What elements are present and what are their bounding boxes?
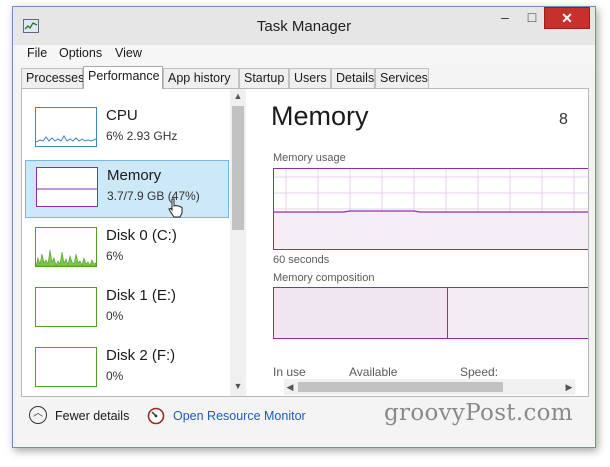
resource-value: 6% 2.93 GHz [106,129,178,143]
resource-item-disk-0[interactable]: Disk 0 (C:) 6% [25,221,229,279]
resource-name: Disk 1 (E:) [106,287,177,304]
tab-details[interactable]: Details [331,68,375,88]
menu-options[interactable]: Options [59,46,102,60]
task-manager-window: Task Manager – □ ✕ File Options View Pro… [12,6,596,448]
fewer-details-link[interactable]: Fewer details [55,409,129,423]
cpu-mini-graph [35,107,97,147]
resource-item-disk-1[interactable]: Disk 1 (E:) 0% [25,281,229,339]
resource-list: CPU 6% 2.93 GHz Memory 3.7/7.9 GB (47%) [22,89,246,396]
minimize-button[interactable]: – [491,7,519,29]
open-resource-monitor-link[interactable]: Open Resource Monitor [173,409,306,423]
resource-name: CPU [106,107,138,124]
speed-label: Speed: [460,365,499,379]
tab-app-history[interactable]: App history [163,68,239,88]
memory-composition-label: Memory composition [273,272,375,284]
hand-cursor-icon [168,198,183,218]
scrollbar-thumb[interactable] [298,382,503,392]
memory-composition-bar [273,287,588,339]
memory-detail-pane: Memory 8 Memory usage 60 seconds Memory … [247,89,588,396]
maximize-button[interactable]: □ [519,7,545,29]
disk-0-mini-graph [35,227,97,267]
detail-horizontal-scrollbar[interactable]: ◀ ▶ [284,379,575,395]
resource-value: 3.7/7.9 GB (47%) [107,189,200,203]
menu-file[interactable]: File [27,46,47,60]
tab-processes[interactable]: Processes [21,68,84,88]
menu-view[interactable]: View [115,46,142,60]
resource-item-cpu[interactable]: CPU 6% 2.93 GHz [25,101,229,159]
resource-value: 0% [106,309,124,323]
memory-usage-label: Memory usage [273,152,346,164]
scroll-left-arrow-icon[interactable]: ◀ [284,382,296,393]
tab-startup[interactable]: Startup [239,68,289,88]
scrollbar-thumb[interactable] [232,106,244,230]
resource-name: Disk 0 (C:) [106,227,177,244]
tab-services[interactable]: Services [375,68,429,88]
memory-usage-graph [273,168,588,250]
menu-bar: File Options View [13,45,595,65]
memory-capacity: 8 [559,111,568,128]
resource-item-disk-2[interactable]: Disk 2 (F:) 0% [25,341,229,399]
resource-value: 0% [106,369,124,383]
watermark: groovyPost.com [384,400,573,426]
scroll-right-arrow-icon[interactable]: ▶ [563,382,575,393]
detail-title: Memory [271,101,369,131]
available-label: Available [349,365,398,379]
resource-item-memory[interactable]: Memory 3.7/7.9 GB (47%) [25,160,229,218]
disk-2-mini-graph [35,347,97,387]
composition-in-use-segment [274,288,448,338]
disk-1-mini-graph [35,287,97,327]
scroll-down-arrow-icon[interactable]: ▼ [230,381,246,391]
in-use-label: In use [273,365,306,379]
tab-users[interactable]: Users [289,68,331,88]
resource-name: Disk 2 (F:) [106,347,176,364]
memory-mini-graph [36,167,98,207]
scroll-up-arrow-icon[interactable]: ▲ [230,91,246,101]
resource-value: 6% [106,249,124,263]
resource-monitor-icon[interactable] [147,407,165,425]
resource-name: Memory [107,167,162,184]
title-bar[interactable]: Task Manager – □ ✕ [13,7,595,45]
performance-panel: CPU 6% 2.93 GHz Memory 3.7/7.9 GB (47%) [21,88,589,397]
tab-performance[interactable]: Performance [83,66,163,89]
close-button[interactable]: ✕ [544,7,590,29]
time-span-label: 60 seconds [273,254,330,266]
chevron-up-icon[interactable]: ︿ [29,406,47,424]
resource-list-scrollbar[interactable]: ▲ ▼ [230,89,246,396]
